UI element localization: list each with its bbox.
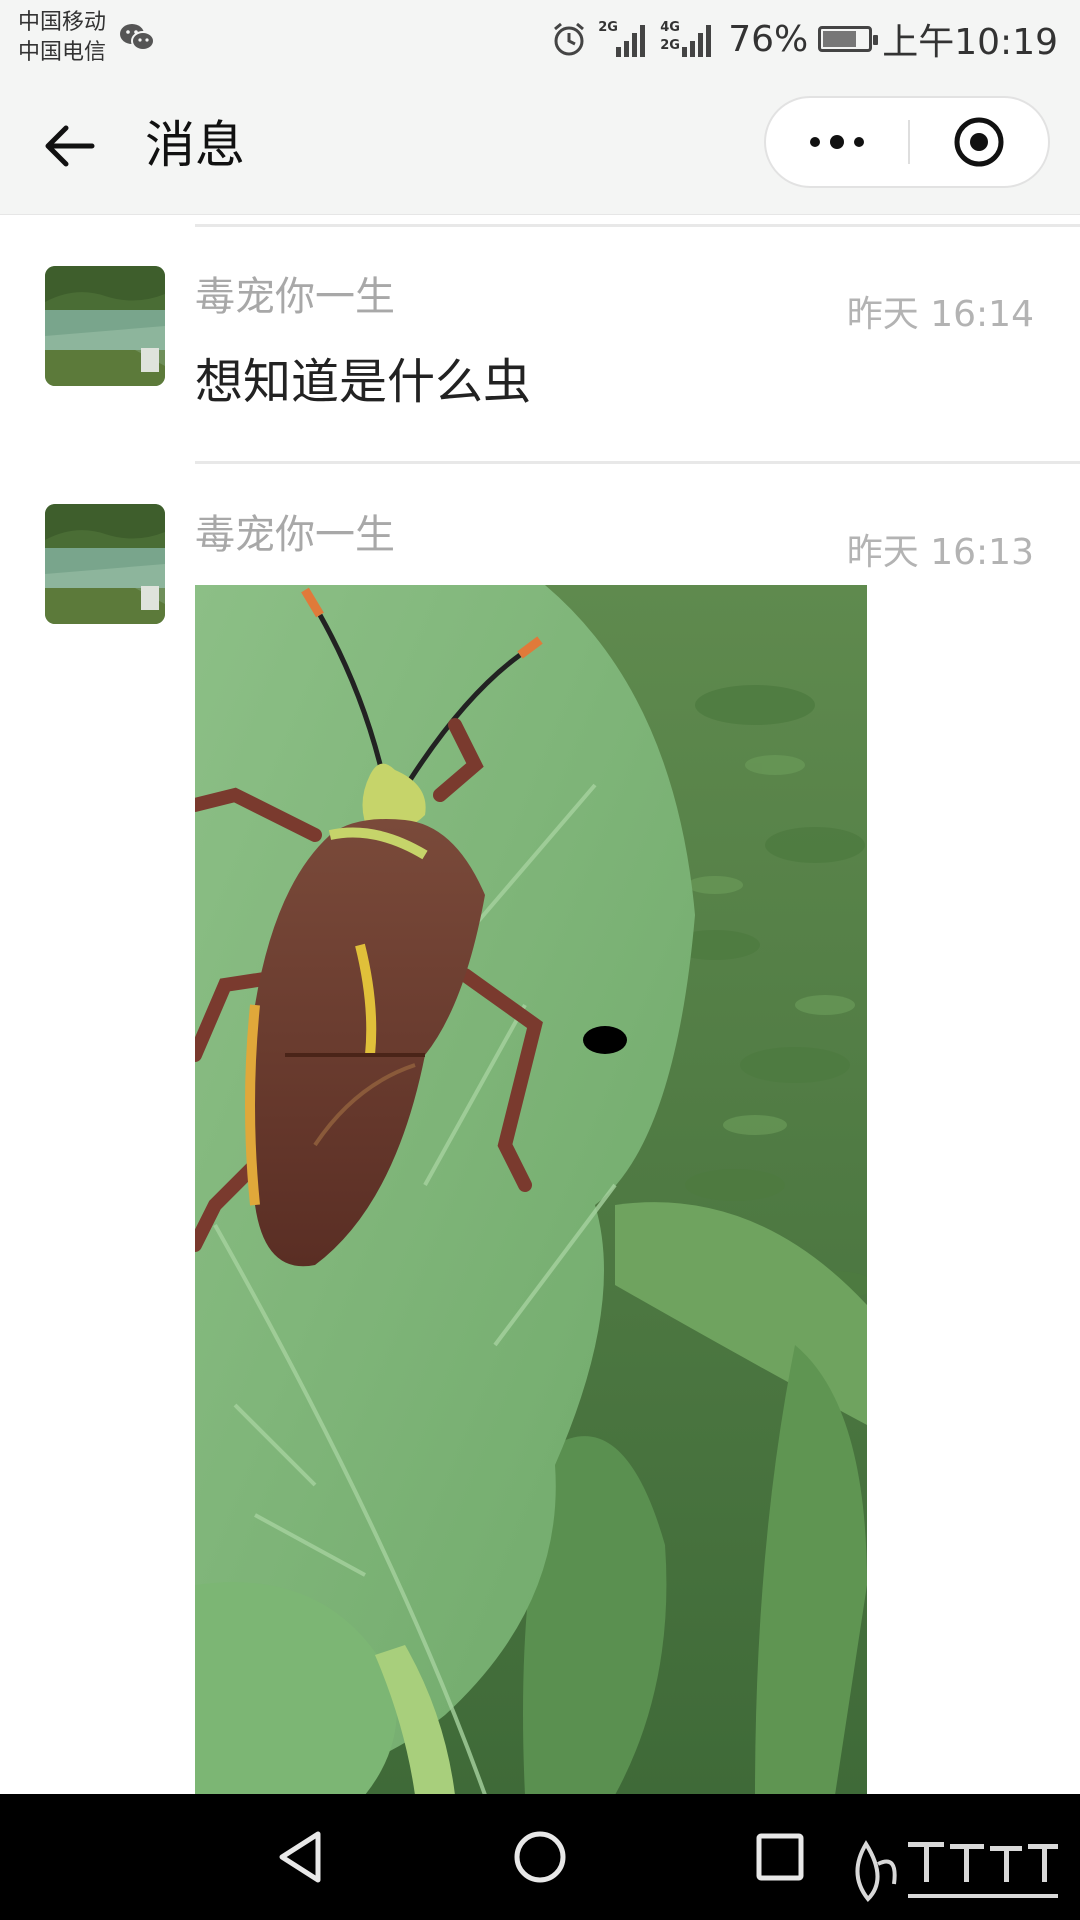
signal-icon-2: 4G 2G [660, 19, 718, 59]
avatar[interactable] [45, 266, 165, 386]
more-button[interactable] [766, 98, 908, 186]
message-time: 昨天 16:13 [846, 532, 1034, 573]
message-time: 昨天 16:14 [846, 294, 1034, 335]
list-item[interactable]: 毒宠你一生 昨天 16:14 想知道是什么虫 [0, 226, 1080, 462]
signal-icon: 2G [598, 19, 650, 59]
message-image[interactable] [195, 585, 867, 1795]
carrier-2: 中国电信 [18, 40, 107, 65]
status-icons: 2G 4G 2G 76% 上午10:19 [550, 12, 1058, 66]
battery-icon [818, 26, 879, 52]
status-bar: 中国移动 中国电信 2G 4G 2G 76% 上午10:19 [0, 0, 1080, 78]
system-nav-bar [0, 1794, 1080, 1920]
nav-bar: 消息 [0, 78, 1080, 215]
close-button[interactable] [910, 98, 1048, 186]
avatar[interactable] [45, 504, 165, 624]
close-target-icon [954, 117, 1004, 167]
battery-percent: 76% [728, 18, 809, 60]
sender-name: 毒宠你一生 [195, 274, 395, 320]
more-icon [810, 135, 864, 149]
back-arrow-icon[interactable] [40, 116, 100, 176]
home-circle-icon[interactable] [505, 1822, 575, 1892]
sender-name: 毒宠你一生 [195, 512, 395, 558]
recents-square-icon[interactable] [745, 1822, 815, 1892]
bug-on-leaf-photo [195, 585, 867, 1795]
message-text: 想知道是什么虫 [195, 354, 532, 410]
back-triangle-icon[interactable] [268, 1822, 338, 1892]
carrier-1: 中国移动 [18, 10, 107, 35]
watermark-logo [855, 1840, 1058, 1902]
wechat-icon [120, 24, 155, 51]
page-title: 消息 [145, 116, 245, 174]
carrier-info: 中国移动 中国电信 [18, 8, 106, 68]
alarm-icon [554, 22, 585, 56]
mini-program-capsule [764, 96, 1050, 188]
clock: 上午10:19 [882, 22, 1058, 63]
